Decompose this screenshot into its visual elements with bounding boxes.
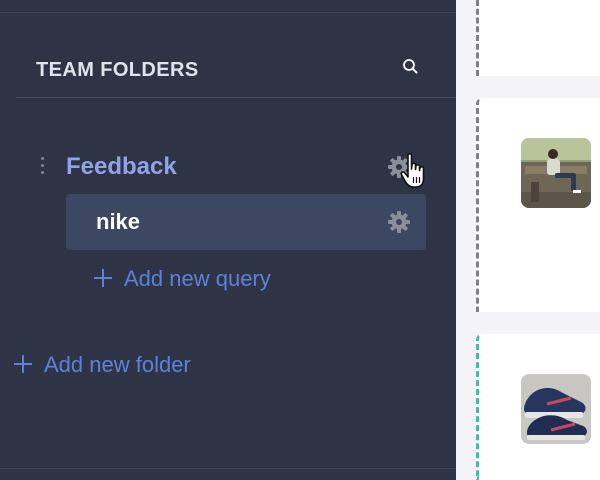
team-folders-sidebar: TEAM FOLDERS Feedback nike Add new query… — [0, 0, 456, 480]
folder-name[interactable]: Feedback — [66, 153, 177, 181]
top-divider — [0, 12, 456, 13]
query-item-nike[interactable]: nike — [66, 194, 426, 250]
result-card[interactable] — [476, 0, 600, 76]
plus-icon — [94, 269, 112, 287]
team-folders-header: TEAM FOLDERS — [16, 44, 456, 98]
drag-handle-icon[interactable] — [38, 157, 46, 181]
section-title: TEAM FOLDERS — [36, 59, 199, 81]
add-new-query-link[interactable]: Add new query — [94, 266, 271, 292]
results-content-area — [456, 0, 600, 480]
query-name[interactable]: nike — [96, 209, 140, 235]
result-card[interactable] — [476, 334, 600, 480]
bottom-divider — [0, 468, 456, 469]
add-new-folder-link[interactable]: Add new folder — [14, 352, 191, 378]
add-query-label: Add new query — [124, 266, 271, 291]
result-card[interactable] — [476, 98, 600, 312]
photo-thumbnail-man-on-sofa[interactable] — [521, 138, 591, 208]
photo-thumbnail-sneakers[interactable] — [521, 374, 591, 444]
add-folder-label: Add new folder — [44, 352, 191, 377]
folder-feedback[interactable]: Feedback — [0, 150, 456, 190]
plus-icon — [14, 355, 32, 373]
query-settings-gear-icon[interactable] — [387, 210, 411, 234]
folder-settings-gear-icon[interactable] — [387, 155, 411, 179]
search-icon[interactable] — [400, 56, 422, 78]
